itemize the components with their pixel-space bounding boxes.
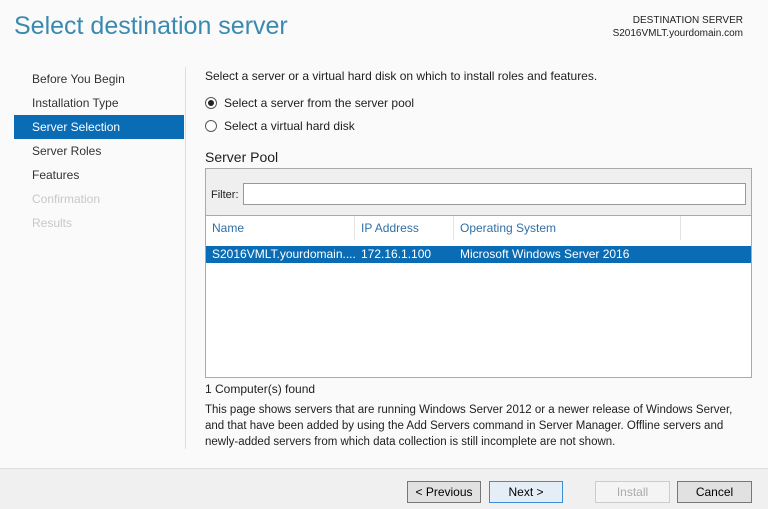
next-button[interactable]: Next > [489,481,563,503]
description: This page shows servers that are running… [205,404,733,448]
found-count: 1 Computer(s) found [205,382,316,396]
radio-label: Select a server from the server pool [224,96,415,110]
footer: < Previous Next > Install Cancel [0,468,768,509]
nav-features[interactable]: Features [14,163,184,187]
destination-name: S2016VMLT.yourdomain.com [612,28,743,39]
install-button: Install [595,481,670,503]
filter-bar: Filter: [206,169,751,216]
radio-server-pool[interactable]: Select a server from the server pool [205,96,753,110]
server-pool: Filter: Name IP Address Operating System… [205,168,752,378]
cancel-button[interactable]: Cancel [677,481,752,503]
table-header: Name IP Address Operating System [206,216,751,240]
cell-name: S2016VMLT.yourdomain.... [212,247,356,261]
column-os[interactable]: Operating System [454,216,681,240]
radio-unselected-icon[interactable] [205,120,217,132]
intro-text: Select a server or a virtual hard disk o… [205,69,598,83]
divider [185,67,186,449]
main-content: Select a server or a virtual hard disk o… [205,67,753,450]
cell-ip: 172.16.1.100 [361,247,432,261]
table-row[interactable]: S2016VMLT.yourdomain.... 172.16.1.100 Mi… [206,246,751,278]
page-title: Select destination server [14,12,288,40]
destination-server: DESTINATION SERVER S2016VMLT.yourdomain.… [613,14,743,40]
nav-before-you-begin[interactable]: Before You Begin [14,67,184,91]
nav-server-selection[interactable]: Server Selection [14,115,184,139]
filter-input[interactable] [242,183,746,205]
column-name[interactable]: Name [206,216,355,240]
nav-results: Results [32,216,73,230]
nav-server-roles[interactable]: Server Roles [14,139,184,163]
nav-installation-type[interactable]: Installation Type [14,91,184,115]
cell-os: Microsoft Windows Server 2016 Standard [460,247,630,278]
radio-label: Select a virtual hard disk [224,119,355,133]
radio-selected-icon[interactable] [205,97,217,109]
filter-label: Filter: [211,189,239,201]
server-pool-title: Server Pool [205,149,279,165]
nav-confirmation: Confirmation [32,192,101,206]
wizard-nav: Before You Begin Installation Type Serve… [14,67,184,235]
destination-label: DESTINATION SERVER [632,15,743,26]
previous-button[interactable]: < Previous [407,481,481,503]
radio-vhd[interactable]: Select a virtual hard disk [205,119,753,133]
column-ip[interactable]: IP Address [355,216,454,240]
